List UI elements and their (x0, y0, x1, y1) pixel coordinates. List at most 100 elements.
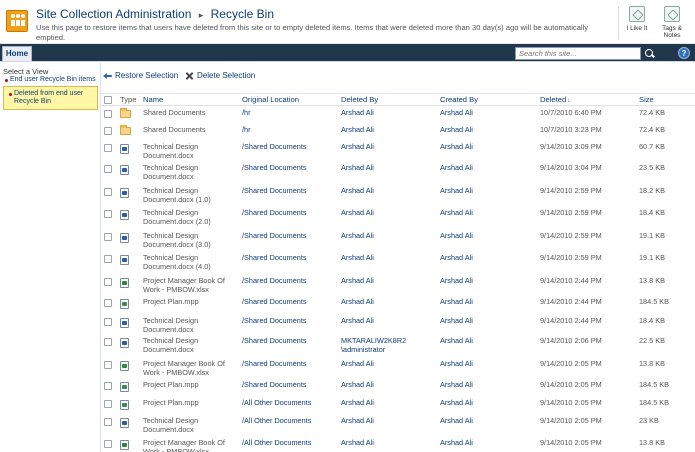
cell-original-location-link[interactable]: /Shared Documents (242, 359, 307, 369)
cell-created-by-link[interactable]: Arshad Ali (440, 125, 473, 135)
row-checkbox[interactable] (104, 233, 112, 241)
cell-deleted-date: 9/14/2010 2:05 PM (540, 438, 602, 447)
view-deleted-from-end-user-recycle-bin[interactable]: Deleted from end user Recycle Bin (3, 86, 98, 110)
cell-deleted-by-link[interactable]: Arshad Ali (341, 398, 433, 408)
row-checkbox[interactable] (104, 361, 112, 369)
row-checkbox[interactable] (104, 418, 112, 426)
cell-created-by-link[interactable]: Arshad Ali (440, 416, 473, 426)
column-header-size[interactable]: Size (639, 94, 654, 105)
column-header-type[interactable]: Type (120, 94, 136, 105)
tab-home[interactable]: Home (2, 46, 32, 62)
cell-created-by-link[interactable]: Arshad Ali (440, 276, 473, 286)
i-like-it-button[interactable]: I Like It (621, 4, 653, 42)
restore-selection-button[interactable]: Restore Selection (103, 68, 178, 84)
cell-original-location-link[interactable]: /Shared Documents (242, 253, 307, 263)
help-icon[interactable]: ? (678, 47, 690, 59)
cell-created-by-link[interactable]: Arshad Ali (440, 142, 473, 152)
cell-deleted-by-link[interactable]: Arshad Ali (341, 297, 433, 307)
cell-size: 60.7 KB (639, 142, 665, 151)
cell-original-location-link[interactable]: /All Other Documents (242, 438, 311, 448)
cell-original-location-link[interactable]: /Shared Documents (242, 316, 307, 326)
cell-original-location-link[interactable]: /All Other Documents (242, 416, 311, 426)
cell-created-by-link[interactable]: Arshad Ali (440, 398, 473, 408)
cell-deleted-date: 9/14/2010 2:05 PM (540, 380, 602, 389)
recycle-bin-table: Shared Documents/hr Arshad Ali Arshad Ali 1… (101, 107, 695, 452)
cell-name: Technical Design Document.docx (1.0) (143, 186, 211, 204)
cell-original-location-link[interactable]: /hr (242, 125, 251, 135)
cell-deleted-by-link[interactable]: Arshad Ali (341, 163, 433, 173)
cell-name: Project Plan.mpp (143, 380, 199, 389)
cell-created-by-link[interactable]: Arshad Ali (440, 163, 473, 173)
cell-created-by-link[interactable]: Arshad Ali (440, 208, 473, 218)
cell-original-location-link[interactable]: /hr (242, 108, 251, 118)
cell-created-by-link[interactable]: Arshad Ali (440, 186, 473, 196)
row-checkbox[interactable] (104, 299, 112, 307)
column-header-deleted-by[interactable]: Deleted By (341, 94, 378, 105)
cell-deleted-by-link[interactable]: Arshad Ali (341, 186, 433, 196)
row-checkbox[interactable] (104, 382, 112, 390)
cell-name: Technical Design Document.docx (143, 316, 199, 334)
cell-original-location-link[interactable]: /Shared Documents (242, 208, 307, 218)
cell-original-location-link[interactable]: /Shared Documents (242, 186, 307, 196)
row-checkbox[interactable] (104, 400, 112, 408)
row-checkbox[interactable] (104, 110, 112, 118)
cell-deleted-by-link[interactable]: Arshad Ali (341, 208, 433, 218)
tags-notes-button[interactable]: Tags & Notes (656, 4, 688, 42)
cell-created-by-link[interactable]: Arshad Ali (440, 253, 473, 263)
column-header-original-location[interactable]: Original Location (242, 94, 299, 105)
view-end-user-recycle-bin[interactable]: End user Recycle Bin items (3, 76, 98, 84)
cell-created-by-link[interactable]: Arshad Ali (440, 438, 473, 448)
row-checkbox[interactable] (104, 255, 112, 263)
cell-deleted-date: 9/14/2010 3:04 PM (540, 163, 602, 172)
cell-created-by-link[interactable]: Arshad Ali (440, 380, 473, 390)
word-doc-icon (120, 144, 129, 154)
cell-created-by-link[interactable]: Arshad Ali (440, 108, 473, 118)
row-checkbox[interactable] (104, 188, 112, 196)
cell-deleted-by-link[interactable]: Arshad Ali (341, 108, 433, 118)
search-input[interactable] (515, 47, 641, 60)
cell-original-location-link[interactable]: /Shared Documents (242, 231, 307, 241)
cell-deleted-by-link[interactable]: Arshad Ali (341, 438, 433, 448)
cell-deleted-by-link[interactable]: Arshad Ali (341, 231, 433, 241)
cell-deleted-by-link[interactable]: Arshad Ali (341, 142, 433, 152)
row-checkbox[interactable] (104, 144, 112, 152)
cell-deleted-by-link[interactable]: Arshad Ali (341, 416, 433, 426)
column-header-created-by[interactable]: Created By (440, 94, 478, 105)
cell-created-by-link[interactable]: Arshad Ali (440, 336, 473, 346)
row-checkbox[interactable] (104, 210, 112, 218)
cell-deleted-by-link[interactable]: Arshad Ali (341, 380, 433, 390)
search-icon[interactable] (643, 47, 656, 60)
cell-original-location-link[interactable]: /Shared Documents (242, 163, 307, 173)
cell-original-location-link[interactable]: /Shared Documents (242, 142, 307, 152)
row-checkbox[interactable] (104, 127, 112, 135)
cell-created-by-link[interactable]: Arshad Ali (440, 316, 473, 326)
cell-original-location-link[interactable]: /Shared Documents (242, 297, 307, 307)
cell-deleted-by-link[interactable]: Arshad Ali (341, 359, 433, 369)
folder-icon (120, 108, 131, 118)
word-doc-icon (120, 233, 129, 243)
cell-original-location-link[interactable]: /Shared Documents (242, 336, 307, 346)
column-header-name[interactable]: Name (143, 94, 163, 105)
row-checkbox[interactable] (104, 165, 112, 173)
delete-selection-button[interactable]: Delete Selection (185, 68, 255, 84)
select-all-checkbox[interactable] (104, 96, 112, 104)
cell-deleted-date: 9/14/2010 2:44 PM (540, 276, 602, 285)
row-checkbox[interactable] (104, 278, 112, 286)
row-checkbox[interactable] (104, 318, 112, 326)
cell-deleted-by-link[interactable]: Arshad Ali (341, 316, 433, 326)
row-checkbox[interactable] (104, 440, 112, 448)
cell-created-by-link[interactable]: Arshad Ali (440, 231, 473, 241)
cell-original-location-link[interactable]: /Shared Documents (242, 276, 307, 286)
cell-deleted-by-link[interactable]: Arshad Ali (341, 276, 433, 286)
cell-created-by-link[interactable]: Arshad Ali (440, 297, 473, 307)
cell-deleted-by-link[interactable]: Arshad Ali (341, 125, 433, 135)
cell-deleted-by-link[interactable]: MKTARALIW2K8R2 \administrator (341, 336, 433, 354)
breadcrumb-root-link[interactable]: Site Collection Administration (36, 7, 191, 21)
word-doc-icon (120, 255, 129, 265)
cell-created-by-link[interactable]: Arshad Ali (440, 359, 473, 369)
column-header-deleted[interactable]: Deleted↓ (540, 94, 570, 107)
cell-original-location-link[interactable]: /Shared Documents (242, 380, 307, 390)
cell-deleted-by-link[interactable]: Arshad Ali (341, 253, 433, 263)
cell-original-location-link[interactable]: /All Other Documents (242, 398, 311, 408)
row-checkbox[interactable] (104, 338, 112, 346)
